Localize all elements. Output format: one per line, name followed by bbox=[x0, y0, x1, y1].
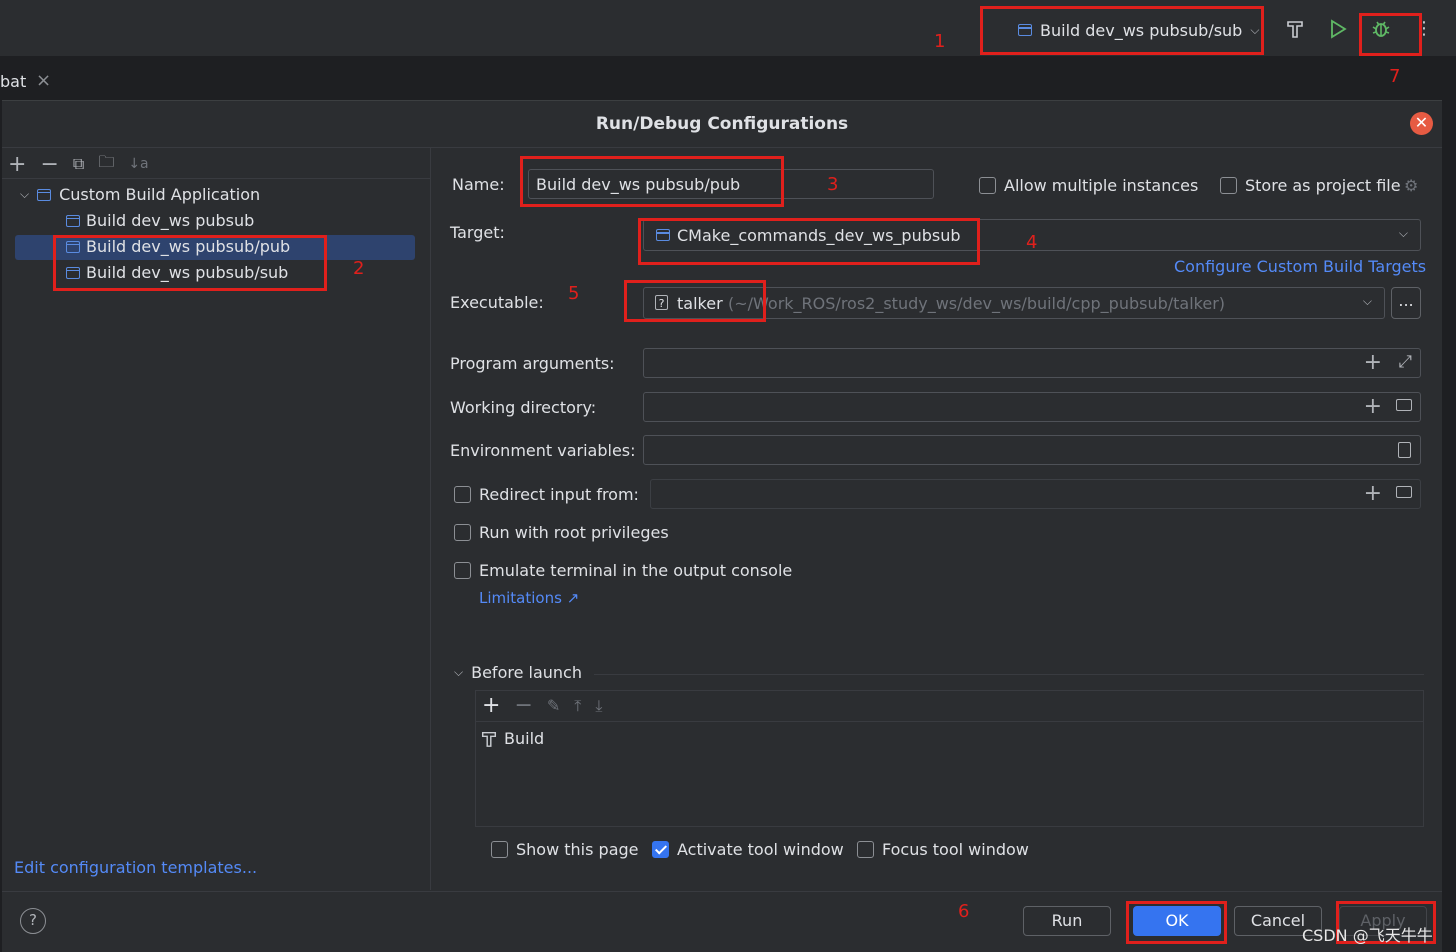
add-icon[interactable]: + bbox=[1364, 350, 1382, 375]
chevron-down-icon: ⌵ bbox=[20, 187, 30, 201]
working-dir-input[interactable]: + bbox=[643, 392, 1421, 422]
help-button[interactable]: ? bbox=[20, 908, 46, 934]
tree-divider bbox=[2, 178, 430, 179]
store-project-checkbox[interactable] bbox=[1220, 177, 1237, 194]
limitations-link[interactable]: Limitations ↗ bbox=[479, 589, 579, 607]
remove-icon[interactable]: − bbox=[40, 152, 58, 177]
copy-icon[interactable]: ⧉ bbox=[73, 154, 84, 174]
dialog-close-button[interactable]: ✕ bbox=[1410, 112, 1433, 135]
footer-divider bbox=[2, 891, 1442, 892]
program-args-label: Program arguments: bbox=[450, 354, 615, 373]
annotation-number-1: 1 bbox=[934, 31, 946, 52]
executable-label: Executable: bbox=[450, 293, 544, 312]
folder-icon[interactable] bbox=[1396, 486, 1412, 498]
watermark: CSDN @飞天牛牛 bbox=[1302, 926, 1433, 945]
build-task-label: Build bbox=[504, 729, 545, 748]
run-icon[interactable] bbox=[1328, 19, 1348, 43]
name-label: Name: bbox=[452, 175, 505, 194]
root-privileges-checkbox[interactable] bbox=[454, 524, 471, 541]
annotation-number-5: 5 bbox=[568, 283, 580, 304]
focus-window-label: Focus tool window bbox=[882, 840, 1029, 859]
before-launch-toolbar-divider bbox=[476, 721, 1423, 722]
annotation-box-4 bbox=[638, 218, 980, 265]
editor-tab-label[interactable]: bat bbox=[0, 72, 26, 91]
activate-window-label: Activate tool window bbox=[677, 840, 844, 859]
before-launch-label: Before launch bbox=[471, 663, 582, 682]
tree-item[interactable]: Build dev_ws pubsub bbox=[66, 211, 254, 230]
emulate-terminal-checkbox[interactable] bbox=[454, 562, 471, 579]
chevron-down-icon: ⌵ bbox=[1398, 226, 1408, 240]
redirect-input-checkbox[interactable] bbox=[454, 486, 471, 503]
config-icon bbox=[66, 214, 80, 227]
root-privileges-label: Run with root privileges bbox=[479, 523, 669, 542]
before-launch-divider bbox=[594, 674, 1424, 675]
activate-window-checkbox[interactable] bbox=[652, 841, 669, 858]
annotation-number-4: 4 bbox=[1026, 232, 1038, 253]
show-page-label: Show this page bbox=[516, 840, 639, 859]
sort-icon[interactable]: ↓a bbox=[128, 156, 148, 172]
chevron-down-icon: ⌵ bbox=[1362, 294, 1372, 308]
list-edit-icon[interactable] bbox=[1398, 442, 1411, 458]
move-up-icon[interactable]: ⤒ bbox=[574, 696, 581, 716]
add-icon[interactable]: + bbox=[8, 152, 26, 177]
run-button[interactable]: Run bbox=[1023, 906, 1111, 936]
tree-group-custom-build[interactable]: ⌵ Custom Build Application bbox=[20, 185, 260, 204]
store-project-label: Store as project file bbox=[1245, 176, 1401, 195]
new-folder-icon[interactable]: 🗀 bbox=[98, 151, 114, 178]
annotation-box-3 bbox=[520, 156, 784, 207]
show-page-checkbox[interactable] bbox=[491, 841, 508, 858]
browse-executable-button[interactable]: ... bbox=[1391, 287, 1421, 319]
before-launch-toolbar: + − ✎ ⤒ ⤓ bbox=[482, 693, 602, 718]
dialog-title: Run/Debug Configurations bbox=[595, 114, 849, 134]
program-args-input[interactable]: + ⤢ bbox=[643, 348, 1421, 378]
annotation-box-2 bbox=[53, 235, 327, 291]
add-icon[interactable]: + bbox=[1364, 481, 1382, 506]
build-hammer-icon bbox=[481, 731, 497, 747]
move-down-icon[interactable]: ⤓ bbox=[595, 696, 602, 716]
working-dir-label: Working directory: bbox=[450, 398, 597, 417]
tree-group-label: Custom Build Application bbox=[59, 185, 261, 204]
build-hammer-icon[interactable] bbox=[1285, 19, 1305, 43]
edit-templates-link[interactable]: Edit configuration templates... bbox=[14, 858, 257, 877]
env-vars-label: Environment variables: bbox=[450, 441, 636, 460]
expand-icon[interactable]: ⤢ bbox=[1398, 352, 1412, 372]
env-vars-input[interactable] bbox=[643, 435, 1421, 465]
annotation-box-7 bbox=[1359, 13, 1422, 56]
annotation-box-ok bbox=[1126, 901, 1227, 944]
before-launch-list: + − ✎ ⤒ ⤓ Build bbox=[475, 690, 1424, 827]
editor-tab-bar: bat × bbox=[0, 56, 1456, 102]
annotation-number-6: 6 bbox=[958, 901, 970, 922]
allow-multiple-label: Allow multiple instances bbox=[1004, 176, 1199, 195]
target-label: Target: bbox=[450, 223, 505, 242]
tree-item-label: Build dev_ws pubsub bbox=[86, 211, 255, 230]
before-launch-header[interactable]: ⌵ Before launch bbox=[454, 663, 582, 682]
tab-close-icon[interactable]: × bbox=[36, 70, 51, 91]
list-item[interactable]: Build bbox=[480, 729, 544, 748]
annotation-box-5 bbox=[624, 280, 766, 322]
annotation-box-1 bbox=[980, 6, 1264, 55]
gear-icon[interactable]: ⚙ bbox=[1404, 177, 1418, 195]
redirect-input-label: Redirect input from: bbox=[479, 485, 639, 504]
remove-icon[interactable]: − bbox=[514, 693, 532, 718]
annotation-number-2: 2 bbox=[353, 258, 365, 279]
focus-window-checkbox[interactable] bbox=[857, 841, 874, 858]
tree-toolbar: + − ⧉ 🗀 ↓a bbox=[8, 151, 149, 178]
edit-icon[interactable]: ✎ bbox=[547, 696, 560, 715]
configure-targets-link[interactable]: Configure Custom Build Targets bbox=[1174, 257, 1426, 276]
add-icon[interactable]: + bbox=[1364, 394, 1382, 419]
annotation-number-3: 3 bbox=[827, 174, 839, 195]
emulate-terminal-label: Emulate terminal in the output console bbox=[479, 561, 793, 580]
chevron-down-icon: ⌵ bbox=[454, 665, 464, 679]
executable-path: (~/Work_ROS/ros2_study_ws/dev_ws/build/c… bbox=[728, 294, 1226, 313]
allow-multiple-checkbox[interactable] bbox=[979, 177, 996, 194]
add-icon[interactable]: + bbox=[482, 693, 500, 718]
redirect-input-field[interactable]: + bbox=[650, 479, 1421, 509]
folder-icon[interactable] bbox=[1396, 399, 1412, 411]
config-group-icon bbox=[37, 188, 52, 201]
annotation-number-7: 7 bbox=[1389, 66, 1401, 87]
